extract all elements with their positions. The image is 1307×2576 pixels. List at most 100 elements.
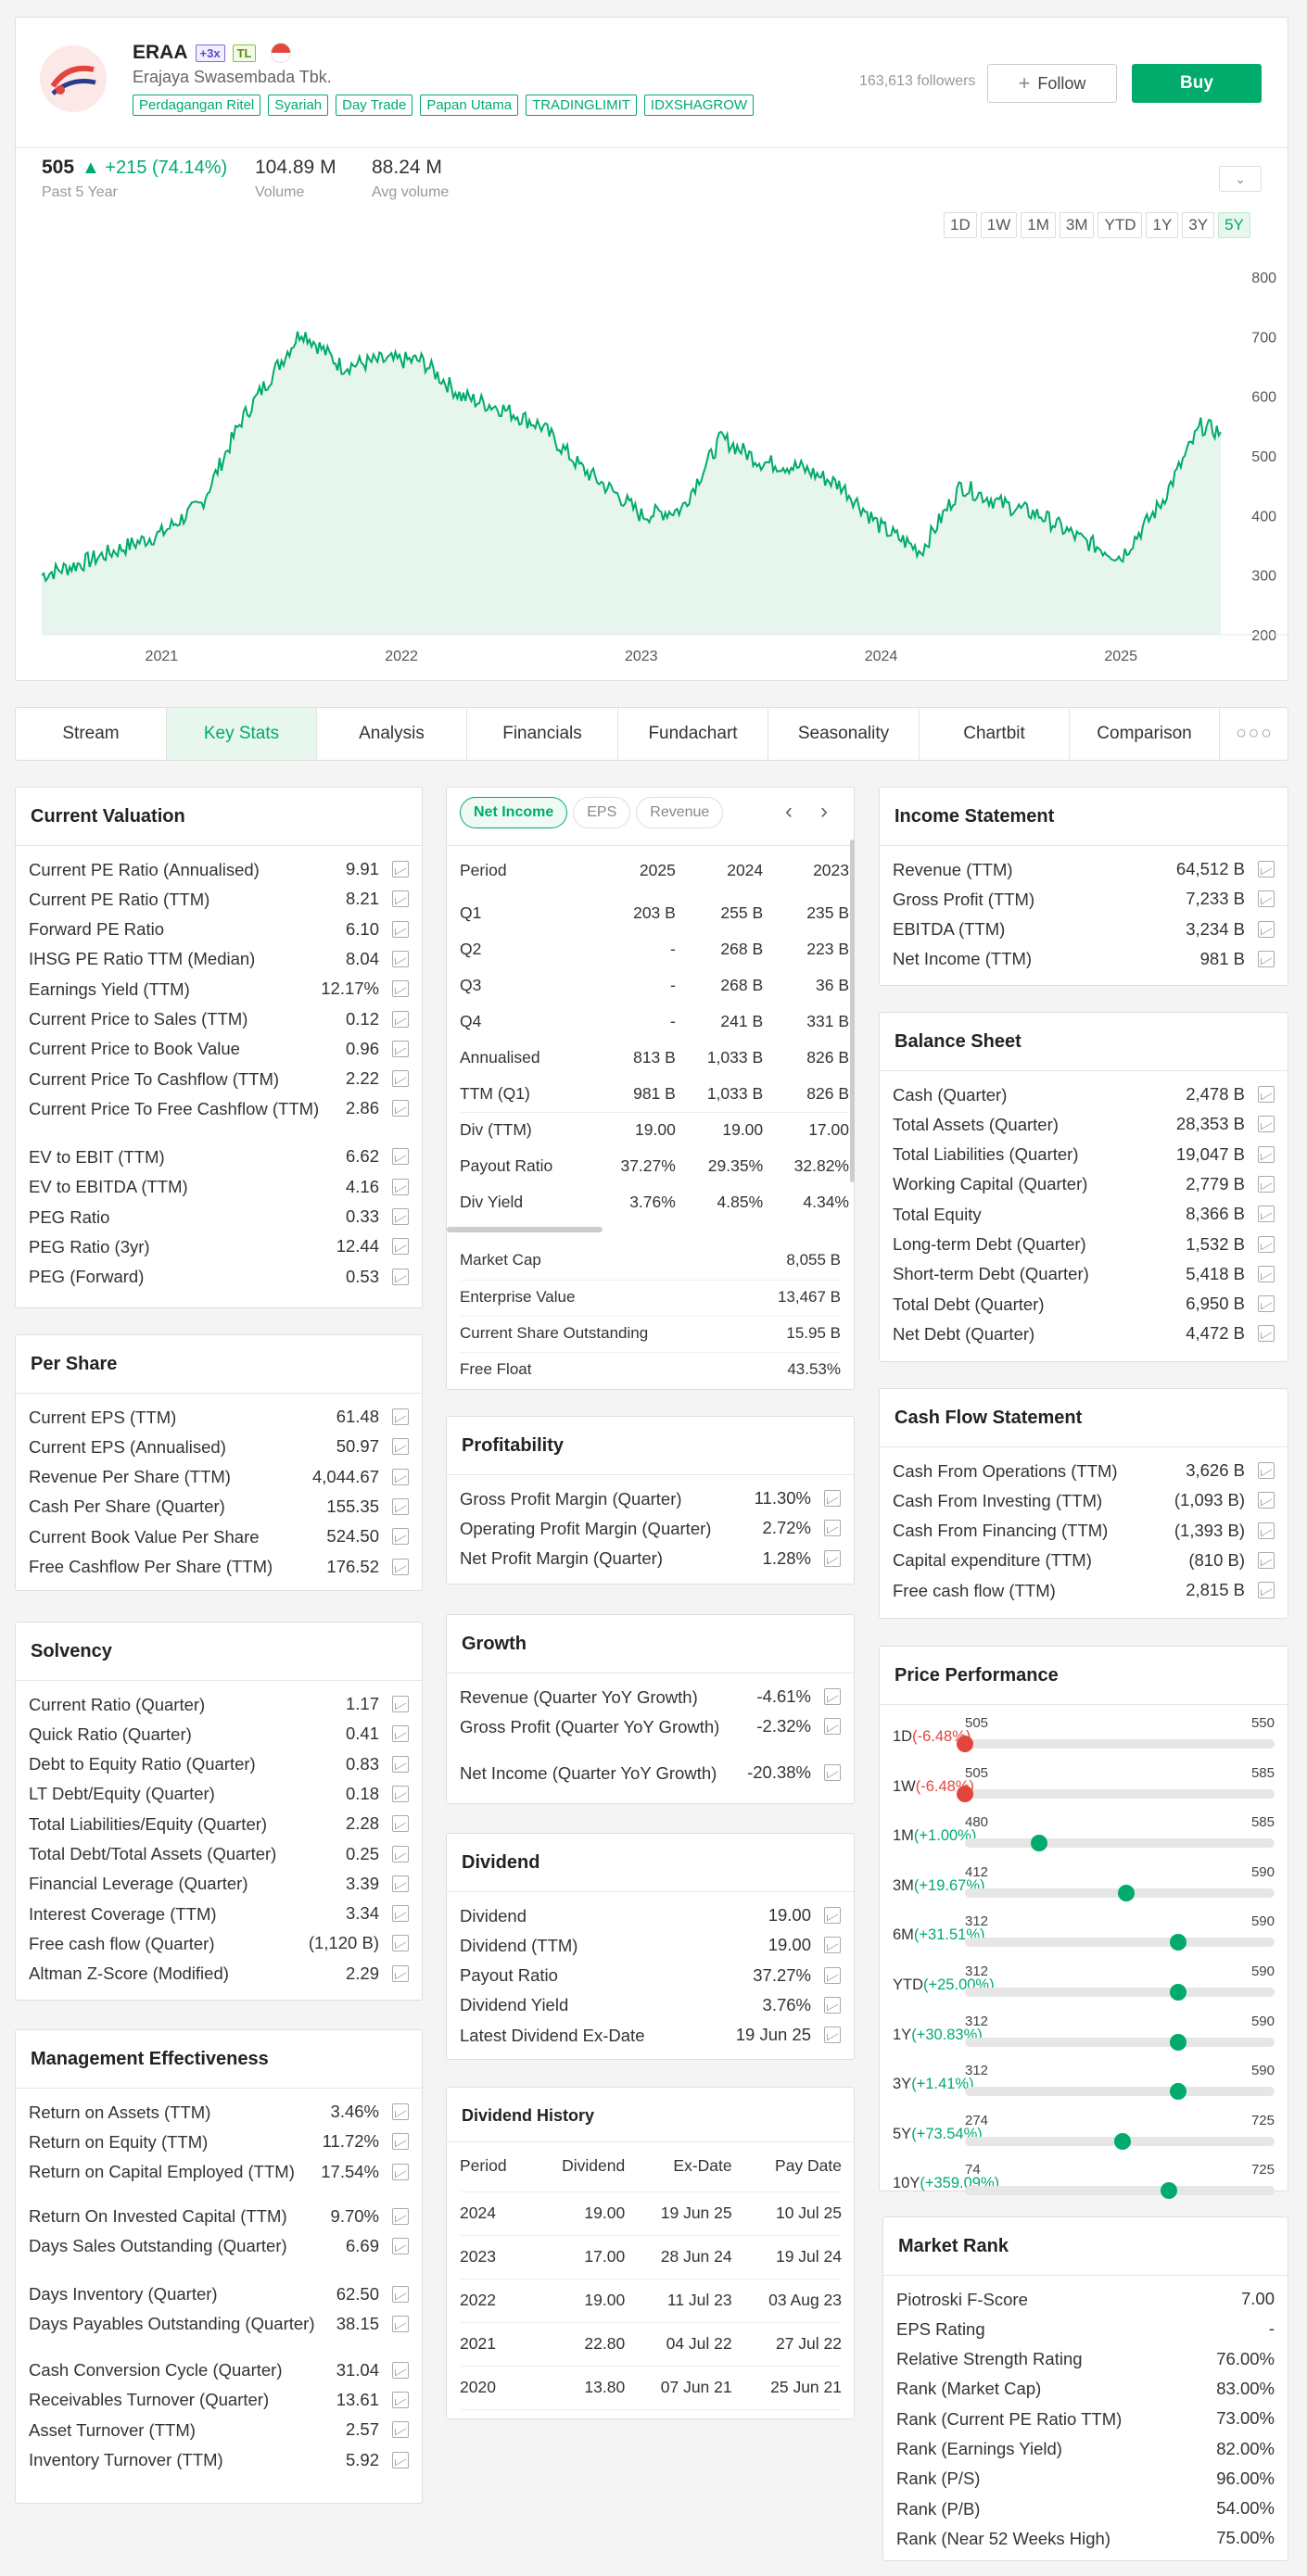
mini-chart-icon[interactable] — [1258, 1145, 1275, 1163]
timeframe-1m[interactable]: 1M — [1021, 212, 1056, 238]
tab-analysis[interactable]: Analysis — [317, 708, 467, 760]
tab-comparison[interactable]: Comparison — [1070, 708, 1220, 760]
mini-chart-icon[interactable] — [1258, 920, 1275, 938]
mini-chart-icon[interactable] — [392, 2361, 409, 2379]
vertical-scrollbar[interactable] — [850, 840, 855, 1182]
mini-chart-icon[interactable] — [1258, 1116, 1275, 1133]
more-icon[interactable]: ○○○ — [1220, 708, 1288, 760]
mini-chart-icon[interactable] — [1258, 1582, 1275, 1599]
mini-chart-icon[interactable] — [1258, 1462, 1275, 1479]
mini-chart-icon[interactable] — [392, 1268, 409, 1285]
mini-chart-icon[interactable] — [392, 1964, 409, 1982]
timeframe-ytd[interactable]: YTD — [1098, 212, 1143, 238]
tag-chip[interactable]: TRADINGLIMIT — [526, 95, 637, 116]
tab-seasonality[interactable]: Seasonality — [768, 708, 920, 760]
mini-chart-icon[interactable] — [1258, 1522, 1275, 1539]
mini-chart-icon[interactable] — [392, 2315, 409, 2332]
mini-chart-icon[interactable] — [1258, 950, 1275, 967]
mini-chart-icon[interactable] — [824, 1549, 841, 1567]
tab-stream[interactable]: Stream — [16, 708, 167, 760]
mini-chart-icon[interactable] — [824, 1688, 841, 1705]
mini-chart-icon[interactable] — [1258, 1235, 1275, 1253]
tab-financials[interactable]: Financials — [467, 708, 618, 760]
mini-chart-icon[interactable] — [1258, 1265, 1275, 1282]
mini-chart-icon[interactable] — [392, 1558, 409, 1575]
mini-chart-icon[interactable] — [392, 980, 409, 998]
mini-chart-icon[interactable] — [392, 1438, 409, 1456]
mini-chart-icon[interactable] — [392, 2103, 409, 2120]
mini-chart-icon[interactable] — [392, 1815, 409, 1833]
mini-chart-icon[interactable] — [392, 920, 409, 938]
mini-chart-icon[interactable] — [392, 1238, 409, 1256]
mini-chart-icon[interactable] — [824, 1520, 841, 1537]
mini-chart-icon[interactable] — [392, 1875, 409, 1892]
mini-chart-icon[interactable] — [1258, 1086, 1275, 1103]
tag-chip[interactable]: Day Trade — [336, 95, 413, 116]
timeframe-1d[interactable]: 1D — [944, 212, 977, 238]
mini-chart-icon[interactable] — [392, 2391, 409, 2408]
mini-chart-icon[interactable] — [392, 2133, 409, 2151]
mini-chart-icon[interactable] — [392, 2421, 409, 2439]
mini-chart-icon[interactable] — [392, 1040, 409, 1057]
mini-chart-icon[interactable] — [392, 1755, 409, 1773]
mini-chart-icon[interactable] — [824, 1996, 841, 2014]
mini-chart-icon[interactable] — [392, 2285, 409, 2303]
mini-chart-icon[interactable] — [392, 1696, 409, 1712]
tab-key-stats[interactable]: Key Stats — [167, 708, 317, 760]
tag-chip[interactable]: IDXSHAGROW — [643, 95, 755, 116]
timeframe-1y[interactable]: 1Y — [1146, 212, 1179, 238]
tag-chip[interactable]: Perdagangan Ritel — [133, 95, 261, 116]
mini-chart-icon[interactable] — [392, 1785, 409, 1802]
mini-chart-icon[interactable] — [392, 1208, 409, 1225]
buy-button[interactable]: Buy — [1132, 64, 1262, 103]
mini-chart-icon[interactable] — [1258, 1325, 1275, 1343]
mini-chart-icon[interactable] — [392, 1148, 409, 1166]
mini-chart-icon[interactable] — [1258, 1551, 1275, 1569]
mini-chart-icon[interactable] — [392, 1468, 409, 1485]
mini-chart-icon[interactable] — [1258, 1206, 1275, 1223]
mini-chart-icon[interactable] — [392, 1010, 409, 1028]
mini-chart-icon[interactable] — [824, 1966, 841, 1984]
tab-fundachart[interactable]: Fundachart — [618, 708, 768, 760]
chevron-left-icon[interactable]: ‹ — [785, 799, 793, 825]
mini-chart-icon[interactable] — [824, 1764, 841, 1782]
mini-chart-icon[interactable] — [392, 2163, 409, 2180]
mini-chart-icon[interactable] — [1258, 1175, 1275, 1193]
mini-chart-icon[interactable] — [824, 2027, 841, 2044]
mini-chart-icon[interactable] — [1258, 1492, 1275, 1509]
timeframe-5y[interactable]: 5Y — [1218, 212, 1250, 238]
mini-chart-icon[interactable] — [392, 1070, 409, 1088]
timeframe-3m[interactable]: 3M — [1059, 212, 1095, 238]
timeframe-3y[interactable]: 3Y — [1182, 212, 1215, 238]
follow-button[interactable]: + Follow — [987, 64, 1117, 103]
mini-chart-icon[interactable] — [824, 1907, 841, 1924]
mini-chart-icon[interactable] — [392, 890, 409, 908]
mini-chart-icon[interactable] — [392, 1845, 409, 1863]
mini-chart-icon[interactable] — [392, 1905, 409, 1923]
mini-chart-icon[interactable] — [392, 2451, 409, 2469]
mini-chart-icon[interactable] — [392, 1100, 409, 1118]
mini-chart-icon[interactable] — [392, 1725, 409, 1743]
mini-chart-icon[interactable] — [824, 1490, 841, 1507]
mini-chart-icon[interactable] — [1258, 861, 1275, 878]
mini-chart-icon[interactable] — [392, 2207, 409, 2225]
mini-chart-icon[interactable] — [824, 1937, 841, 1954]
mini-chart-icon[interactable] — [392, 950, 409, 967]
tab-revenue[interactable]: Revenue — [636, 797, 724, 828]
mini-chart-icon[interactable] — [392, 861, 409, 878]
price-chart[interactable]: 200 300 400 500 600 700 800 2021 2022 2023 2024 202… — [16, 259, 1289, 666]
tab-net-income[interactable]: Net Income — [460, 797, 568, 828]
tag-chip[interactable]: Papan Utama — [420, 95, 519, 116]
tab-eps[interactable]: EPS — [573, 797, 631, 828]
chevron-right-icon[interactable]: › — [820, 799, 828, 825]
mini-chart-icon[interactable] — [392, 1408, 409, 1425]
mini-chart-icon[interactable] — [392, 1497, 409, 1515]
mini-chart-icon[interactable] — [392, 1528, 409, 1546]
mini-chart-icon[interactable] — [1258, 1295, 1275, 1313]
timeframe-1w[interactable]: 1W — [980, 212, 1018, 238]
horizontal-scrollbar[interactable] — [447, 1227, 603, 1232]
mini-chart-icon[interactable] — [1258, 890, 1275, 908]
tab-chartbit[interactable]: Chartbit — [920, 708, 1070, 760]
mini-chart-icon[interactable] — [392, 1178, 409, 1195]
tag-chip[interactable]: Syariah — [268, 95, 329, 116]
